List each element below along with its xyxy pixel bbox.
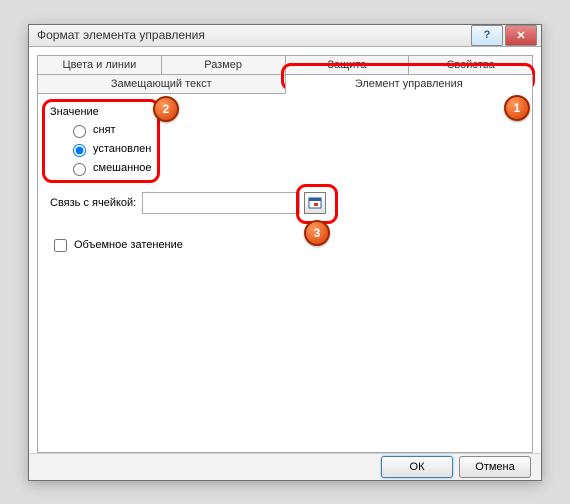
refedit-button[interactable] — [304, 192, 326, 214]
radio-unchecked[interactable] — [73, 125, 86, 138]
titlebar: Формат элемента управления ? ✕ — [29, 25, 541, 47]
shading-checkbox[interactable] — [54, 239, 67, 252]
annotation-badge-3: 3 — [304, 220, 330, 246]
radio-checked[interactable] — [73, 144, 86, 157]
window-title: Формат элемента управления — [37, 28, 469, 42]
tab-colors-lines[interactable]: Цвета и линии — [37, 55, 162, 75]
tab-content: Значение снят установлен смешанное — [37, 94, 533, 453]
format-control-dialog: Формат элемента управления ? ✕ Цвета и л… — [28, 24, 542, 481]
cell-link-row: Связь с ячейкой: — [50, 192, 520, 214]
radio-mixed-label: смешанное — [93, 162, 152, 174]
tab-control[interactable]: Элемент управления — [285, 74, 534, 94]
dialog-body: Цвета и линии Размер Защита Свойства Зам… — [29, 47, 541, 453]
shading-label: Объемное затенение — [74, 239, 183, 251]
cancel-button[interactable]: Отмена — [459, 456, 531, 478]
cell-link-input[interactable] — [142, 192, 300, 214]
tabs-row-top: Цвета и линии Размер Защита Свойства — [37, 55, 533, 75]
tab-alt-text[interactable]: Замещающий текст — [37, 74, 286, 94]
tab-protection[interactable]: Защита — [285, 55, 410, 75]
close-button[interactable]: ✕ — [505, 25, 537, 46]
annotation-badge-2: 2 — [153, 96, 179, 122]
shading-row: Объемное затенение — [50, 236, 520, 255]
radio-mixed[interactable] — [73, 163, 86, 176]
tab-size[interactable]: Размер — [161, 55, 286, 75]
tabs-row-bottom: Замещающий текст Элемент управления — [37, 74, 533, 94]
radio-unchecked-label: снят — [93, 124, 116, 136]
refedit-icon — [308, 196, 322, 210]
cell-link-label: Связь с ячейкой: — [50, 197, 136, 209]
ok-button[interactable]: ОК — [381, 456, 453, 478]
help-button[interactable]: ? — [471, 25, 503, 46]
help-icon: ? — [484, 29, 491, 41]
tab-properties[interactable]: Свойства — [408, 55, 533, 75]
radio-checked-label: установлен — [93, 143, 151, 155]
dialog-footer: ОК Отмена — [29, 453, 541, 480]
close-icon: ✕ — [516, 29, 525, 42]
